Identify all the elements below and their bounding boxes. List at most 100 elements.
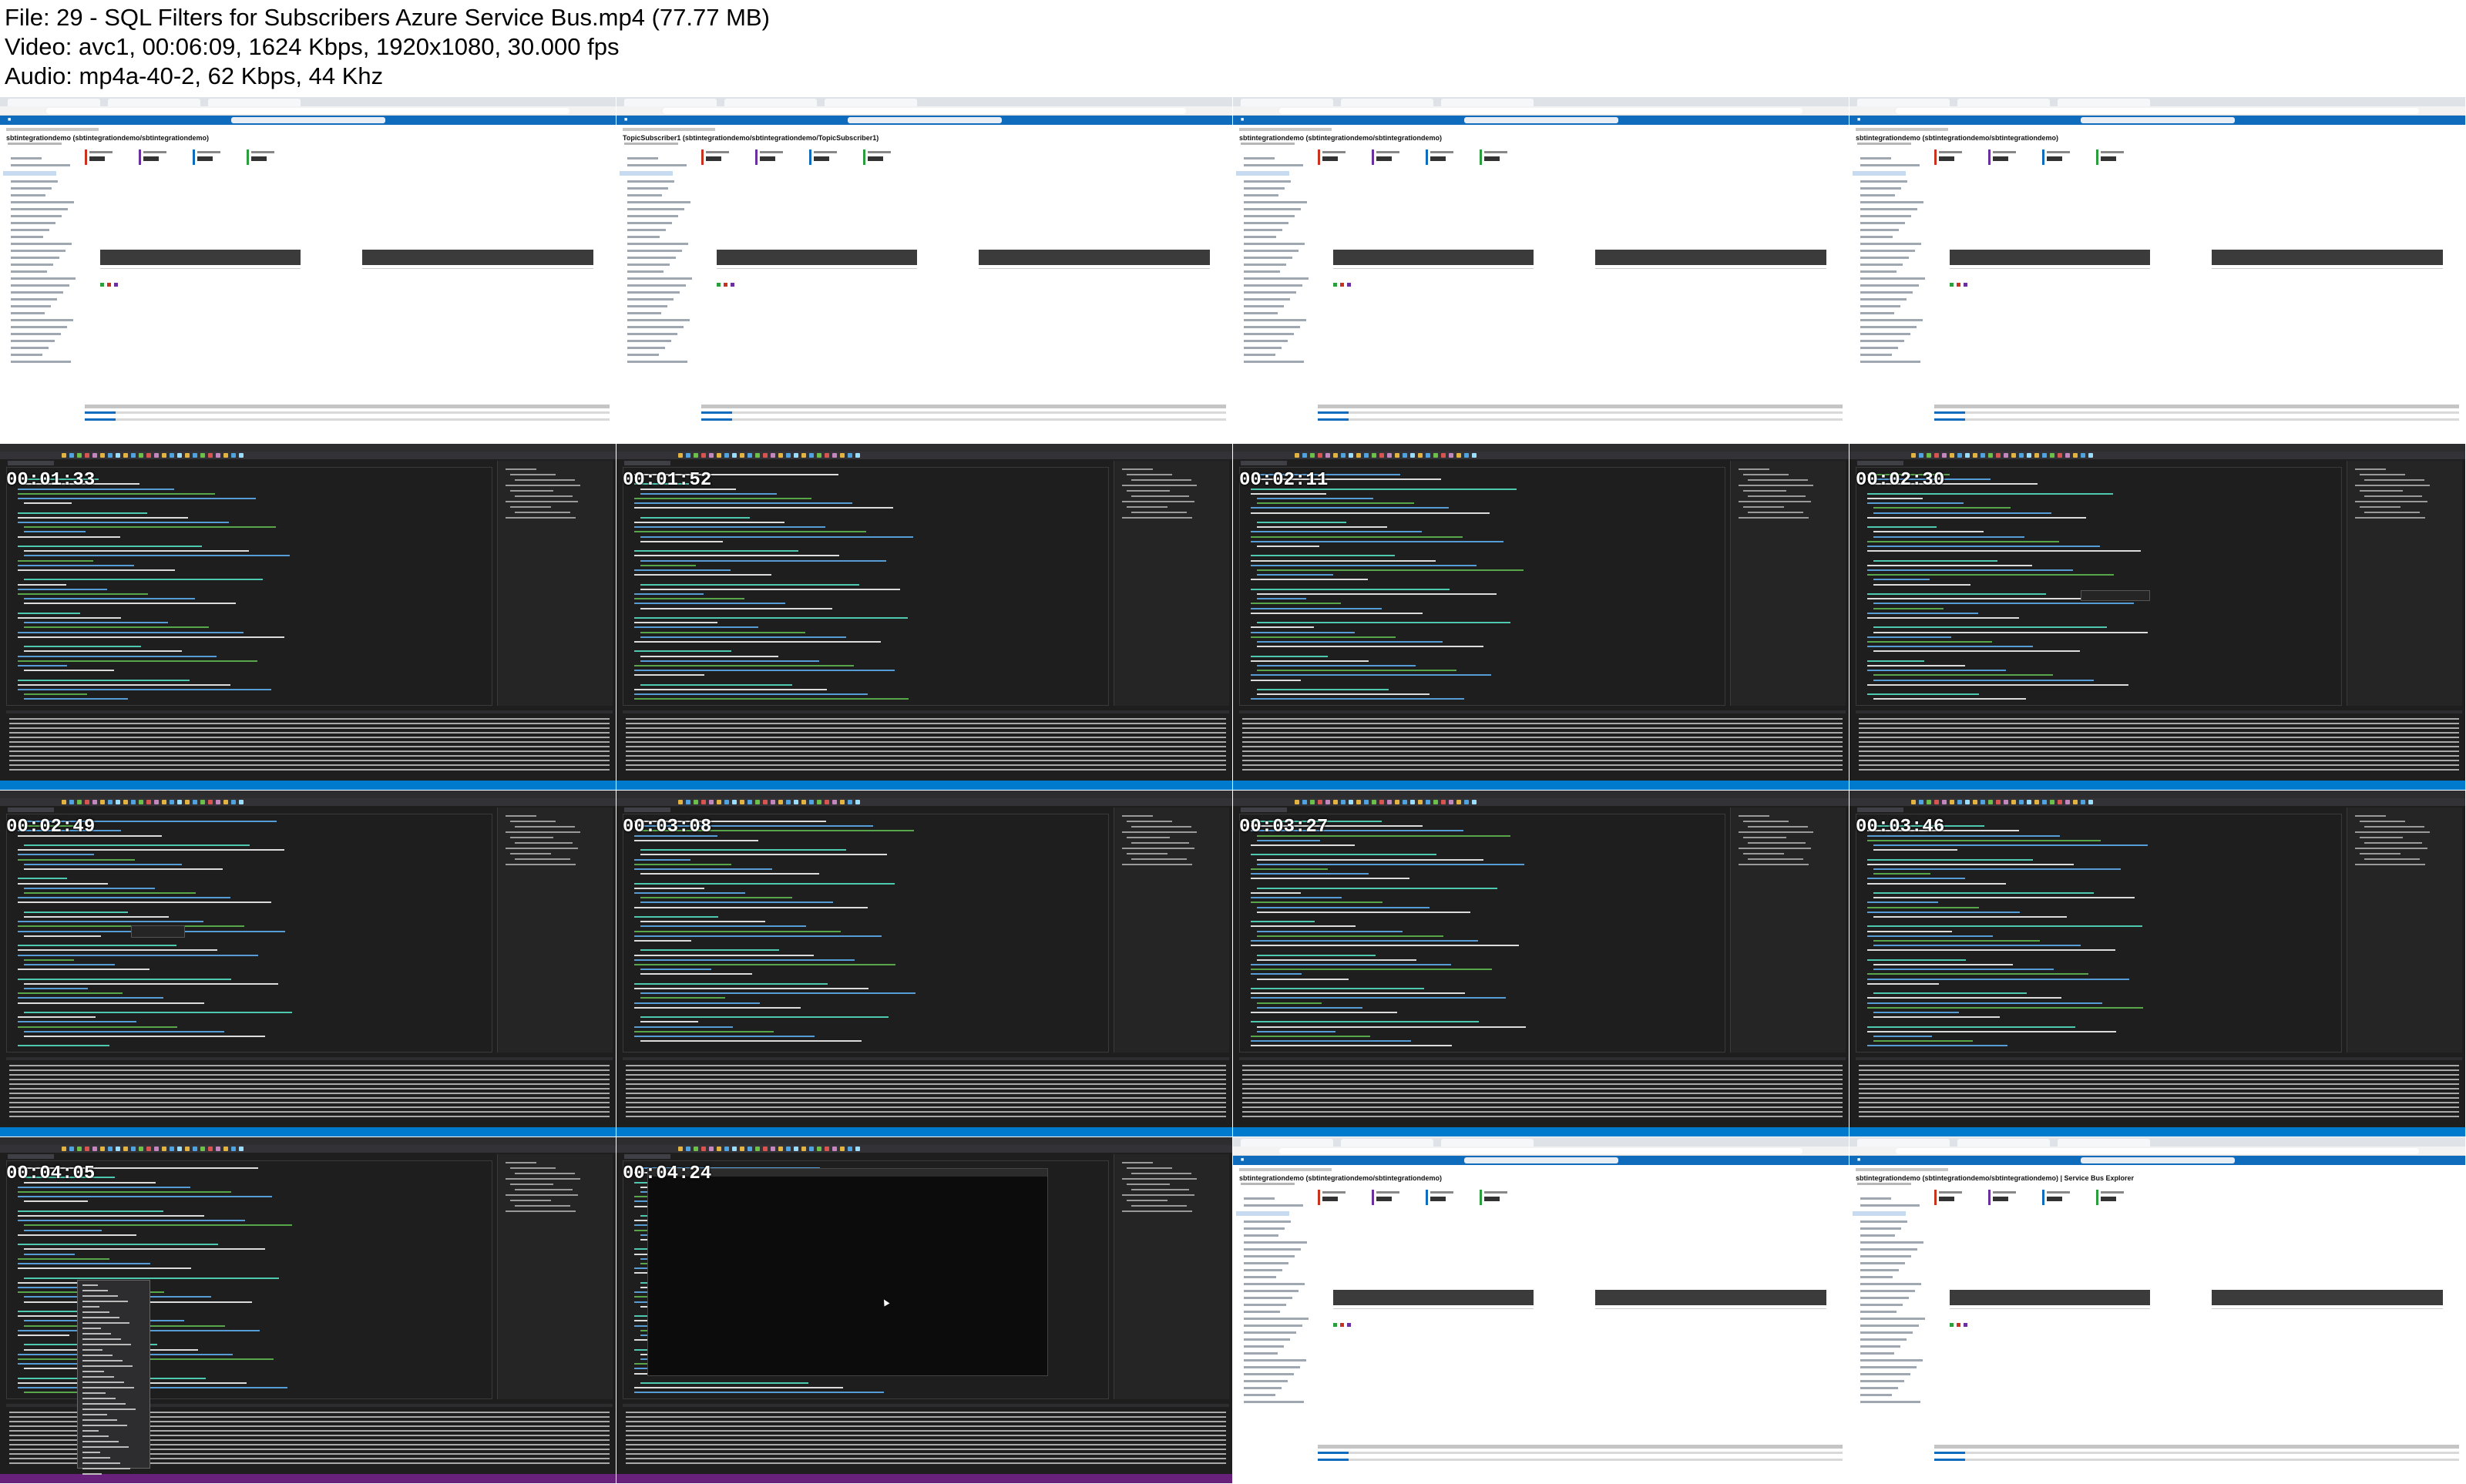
- toolbar-icon[interactable]: [1318, 453, 1322, 458]
- toolbar-icon[interactable]: [139, 1147, 143, 1151]
- nav-item[interactable]: [1244, 1352, 1278, 1355]
- nav-item[interactable]: [627, 180, 674, 183]
- toolbar-icon[interactable]: [2019, 453, 2024, 458]
- nav-item[interactable]: [1244, 201, 1307, 203]
- toolbar-icon[interactable]: [131, 453, 136, 458]
- subscription-link[interactable]: [1934, 411, 1965, 414]
- solution-explorer-item[interactable]: [2364, 512, 2420, 513]
- solution-explorer-item[interactable]: [1743, 853, 1784, 854]
- toolbar-icon[interactable]: [239, 800, 244, 804]
- nav-item[interactable]: [627, 215, 678, 217]
- nav-item[interactable]: [11, 333, 61, 335]
- toolbar-icon[interactable]: [2034, 453, 2039, 458]
- nav-item[interactable]: [627, 243, 688, 245]
- solution-explorer-item[interactable]: [1122, 517, 1192, 519]
- solution-explorer-item[interactable]: [1122, 468, 1153, 470]
- nav-item[interactable]: [1860, 284, 1919, 287]
- nav-item[interactable]: [1244, 1318, 1309, 1320]
- toolbar-icon[interactable]: [1973, 800, 1977, 804]
- nav-item[interactable]: [11, 257, 59, 259]
- solution-explorer-item[interactable]: [2355, 848, 2427, 849]
- solution-explorer-item[interactable]: [506, 1162, 536, 1163]
- toolbar-icon[interactable]: [1395, 453, 1399, 458]
- nav-item[interactable]: [1244, 347, 1282, 349]
- nav-item[interactable]: [1244, 257, 1292, 259]
- toolbar-icon[interactable]: [1441, 800, 1446, 804]
- toolbar-icon[interactable]: [231, 800, 236, 804]
- toolbar-icon[interactable]: [809, 800, 814, 804]
- toolbar-icon[interactable]: [154, 1147, 159, 1151]
- solution-explorer-item[interactable]: [1748, 826, 1808, 828]
- solution-explorer-item[interactable]: [1122, 1210, 1192, 1212]
- address-input[interactable]: [1896, 1148, 2419, 1154]
- azure-search-input[interactable]: [2081, 117, 2235, 123]
- toolbar-icon[interactable]: [2073, 453, 2078, 458]
- autocomplete-item[interactable]: [82, 1441, 119, 1442]
- nav-item[interactable]: [11, 215, 62, 217]
- solution-explorer-item[interactable]: [1127, 506, 1167, 508]
- toolbar-icon[interactable]: [185, 1147, 190, 1151]
- nav-item[interactable]: [11, 340, 55, 342]
- nav-item[interactable]: [1244, 264, 1286, 266]
- solution-explorer-item[interactable]: [1739, 485, 1813, 486]
- solution-explorer-item[interactable]: [510, 490, 553, 492]
- nav-item[interactable]: [1860, 1269, 1899, 1271]
- nav-item[interactable]: [11, 354, 42, 356]
- toolbar-icon[interactable]: [801, 800, 806, 804]
- solution-explorer-item[interactable]: [1739, 848, 1811, 849]
- solution-explorer-item[interactable]: [2355, 831, 2430, 833]
- toolbar-icon[interactable]: [840, 453, 845, 458]
- nav-item[interactable]: [1244, 1380, 1288, 1382]
- document-tab[interactable]: [624, 1154, 670, 1159]
- solution-explorer-item[interactable]: [1131, 826, 1191, 828]
- toolbar-icon[interactable]: [69, 1147, 74, 1151]
- solution-explorer-item[interactable]: [1743, 821, 1789, 822]
- toolbar-icon[interactable]: [786, 453, 791, 458]
- nav-item[interactable]: [1244, 1290, 1299, 1292]
- toolbar-icon[interactable]: [786, 800, 791, 804]
- nav-item[interactable]: [627, 312, 661, 314]
- toolbar-icon[interactable]: [1302, 800, 1307, 804]
- solution-explorer-item[interactable]: [2355, 501, 2427, 502]
- solution-explorer-item[interactable]: [1122, 485, 1197, 486]
- browser-tab[interactable]: [1341, 1139, 1433, 1147]
- solution-explorer-item[interactable]: [1122, 848, 1194, 849]
- nav-item[interactable]: [1860, 208, 1917, 210]
- solution-explorer-item[interactable]: [506, 468, 536, 470]
- table-row[interactable]: [85, 411, 610, 414]
- code-editor[interactable]: [1239, 814, 1725, 1053]
- toolbar-icon[interactable]: [1372, 453, 1376, 458]
- toolbar-icon[interactable]: [2004, 800, 2008, 804]
- code-editor[interactable]: [1856, 814, 2342, 1053]
- autocomplete-item[interactable]: [82, 1462, 120, 1464]
- nav-item[interactable]: [1860, 1331, 1913, 1334]
- nav-item[interactable]: [1860, 187, 1901, 190]
- toolbar-icon[interactable]: [1927, 800, 1931, 804]
- nav-item[interactable]: [1860, 1380, 1904, 1382]
- nav-item[interactable]: [11, 201, 74, 203]
- toolbar-icon[interactable]: [1426, 453, 1430, 458]
- solution-explorer-item[interactable]: [1743, 474, 1789, 475]
- toolbar-icon[interactable]: [1988, 800, 1993, 804]
- code-editor[interactable]: [6, 467, 492, 706]
- toolbar-icon[interactable]: [686, 800, 690, 804]
- autocomplete-item[interactable]: [82, 1295, 118, 1297]
- toolbar-icon[interactable]: [825, 453, 829, 458]
- nav-item[interactable]: [1860, 201, 1923, 203]
- toolbar-icon[interactable]: [1433, 800, 1438, 804]
- solution-explorer-item[interactable]: [506, 485, 580, 486]
- toolbar-icon[interactable]: [100, 800, 105, 804]
- toolbar-icon[interactable]: [108, 800, 113, 804]
- nav-item[interactable]: [1860, 319, 1923, 321]
- toolbar-icon[interactable]: [732, 800, 737, 804]
- toolbar-icon[interactable]: [2034, 800, 2039, 804]
- nav-item[interactable]: [1860, 1304, 1903, 1306]
- toolbar-icon[interactable]: [2065, 800, 2070, 804]
- toolbar-icon[interactable]: [709, 800, 714, 804]
- toolbar-icon[interactable]: [92, 800, 97, 804]
- nav-item[interactable]: [11, 180, 58, 183]
- solution-explorer-item[interactable]: [1743, 506, 1784, 508]
- browser-tab[interactable]: [825, 99, 917, 106]
- nav-item[interactable]: [627, 229, 666, 231]
- table-row[interactable]: [1934, 418, 2459, 421]
